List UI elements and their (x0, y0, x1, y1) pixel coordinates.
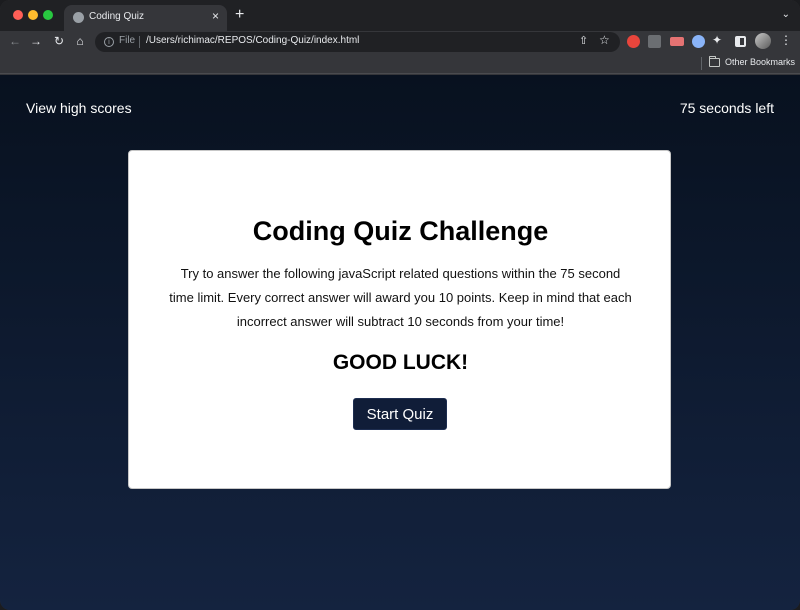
extension-icon[interactable] (627, 35, 640, 48)
view-high-scores-link[interactable]: View high scores (26, 100, 132, 116)
forward-icon[interactable]: → (28, 34, 44, 48)
minimize-window-button[interactable] (28, 10, 38, 20)
page-content: View high scores 75 seconds left Coding … (0, 75, 800, 610)
side-panel-icon[interactable] (735, 36, 746, 47)
star-icon[interactable]: ☆ (599, 33, 610, 47)
menu-icon[interactable]: ⋮ (780, 33, 792, 47)
other-bookmarks-link[interactable]: Other Bookmarks (725, 57, 795, 67)
tab-close-icon[interactable]: × (212, 9, 219, 23)
tab-strip: Coding Quiz × + ⌄ (0, 0, 800, 31)
zoom-window-button[interactable] (43, 10, 53, 20)
extension-icon[interactable] (670, 37, 684, 46)
start-quiz-button[interactable]: Start Quiz (353, 398, 447, 430)
good-luck-heading: GOOD LUCK! (332, 351, 469, 374)
browser-toolbar: ← → ↻ ⌂ i File /Users/richimac/REPOS/Cod… (0, 31, 800, 52)
folder-icon (709, 56, 720, 67)
bookmarks-bar: Other Bookmarks (0, 52, 800, 74)
info-icon[interactable]: i (104, 37, 114, 47)
url-separator (139, 36, 140, 48)
extension-icon[interactable] (692, 35, 705, 48)
globe-icon (73, 12, 84, 23)
browser-window: Coding Quiz × + ⌄ ← → ↻ ⌂ i File /Users/… (0, 0, 800, 610)
back-icon[interactable]: ← (7, 34, 23, 48)
reload-icon[interactable]: ↻ (51, 34, 67, 48)
bookmarks-divider (701, 57, 702, 70)
quiz-description: Try to answer the following javaScript r… (169, 266, 632, 329)
timer-text: 75 seconds left (679, 100, 774, 116)
extension-icon[interactable] (648, 35, 661, 48)
quiz-title: Coding Quiz Challenge (252, 216, 549, 246)
share-icon[interactable]: ⇧ (579, 34, 588, 47)
browser-tab[interactable]: Coding Quiz × (64, 5, 227, 31)
quiz-card: Coding Quiz Challenge Try to answer the … (128, 150, 671, 489)
home-icon[interactable]: ⌂ (72, 34, 88, 48)
url-text[interactable]: /Users/richimac/REPOS/Coding-Quiz/index.… (146, 35, 359, 46)
url-scheme: File (119, 35, 136, 46)
tab-search-icon[interactable]: ⌄ (782, 9, 790, 20)
tab-title: Coding Quiz (89, 11, 145, 22)
profile-avatar[interactable] (755, 33, 771, 49)
close-window-button[interactable] (13, 10, 23, 20)
new-tab-button[interactable]: + (235, 6, 244, 24)
address-bar[interactable]: i File /Users/richimac/REPOS/Coding-Quiz… (95, 32, 620, 52)
puzzle-icon[interactable]: ✦ (712, 33, 722, 47)
